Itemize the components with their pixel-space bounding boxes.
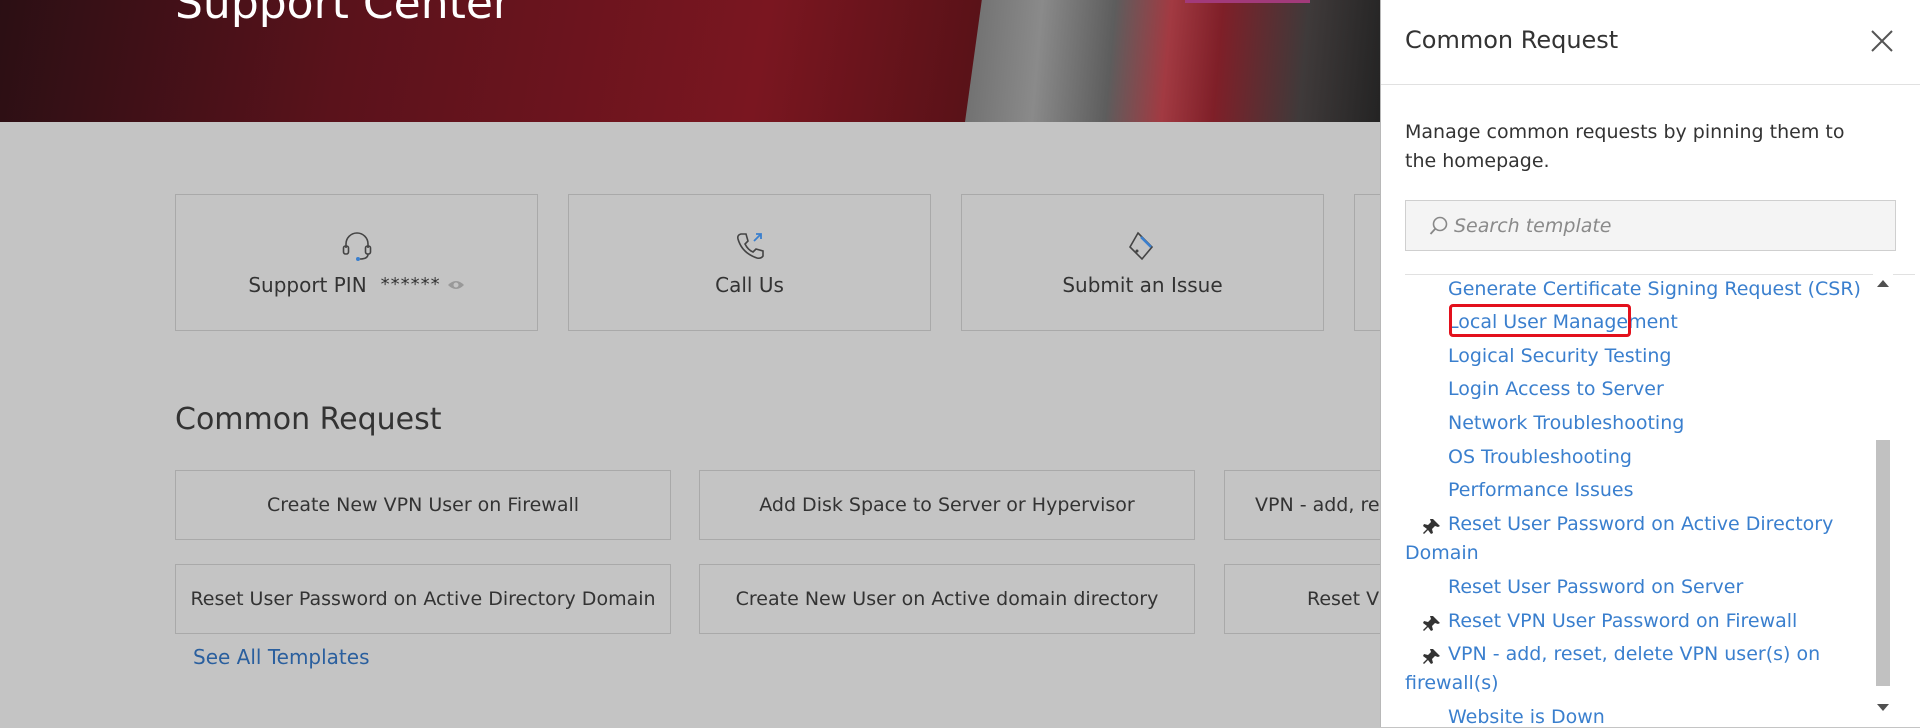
hero-photo — [965, 0, 1380, 122]
list-item-label: Performance Issues — [1448, 479, 1634, 501]
search-icon — [1429, 216, 1448, 235]
list-item-pinned[interactable]: VPN - add, reset, delete VPN user(s) on … — [1405, 640, 1870, 698]
list-item-label: Reset User Password on Server — [1448, 576, 1744, 598]
list-item-pinned[interactable]: Reset VPN User Password on Firewall — [1405, 607, 1870, 636]
list-item[interactable]: Performance Issues — [1405, 476, 1870, 505]
list-item[interactable]: Reset User Password on Server — [1405, 573, 1870, 602]
panel-description: Manage common requests by pinning them t… — [1405, 121, 1845, 172]
list-item[interactable]: Generate Certificate Signing Request (CS… — [1405, 275, 1870, 304]
scroll-thumb[interactable] — [1876, 440, 1890, 686]
list-item[interactable]: Login Access to Server — [1405, 375, 1870, 404]
list-item-label: Generate Certificate Signing Request (CS… — [1448, 278, 1861, 300]
list-item-label: Logical Security Testing — [1448, 345, 1672, 367]
list-item-label: Reset User Password on Active Directory … — [1405, 510, 1870, 568]
list-item-label: Network Troubleshooting — [1448, 412, 1685, 434]
ticket-icon — [1128, 231, 1153, 260]
list-item-label: Reset VPN User Password on Firewall — [1448, 610, 1798, 632]
request-card[interactable]: Create New VPN User on Firewall — [175, 470, 671, 540]
list-item-label: VPN - add, reset, delete VPN user(s) on … — [1405, 640, 1870, 698]
search-template-input[interactable] — [1452, 213, 1876, 238]
pin-icon[interactable] — [1422, 517, 1442, 537]
call-us-tile[interactable]: Call Us — [568, 194, 931, 331]
scroll-up-arrow-icon[interactable] — [1877, 280, 1889, 287]
highlight-box — [1449, 304, 1631, 337]
see-all-templates-link[interactable]: See All Templates — [193, 645, 370, 669]
call-us-label: Call Us — [715, 272, 784, 297]
support-pin-value: ****** — [380, 274, 441, 295]
page-title: Support Center — [175, 0, 512, 29]
request-card[interactable]: Create New User on Active domain directo… — [699, 564, 1195, 634]
submit-issue-tile[interactable]: Submit an Issue — [961, 194, 1324, 331]
pin-icon[interactable] — [1422, 614, 1442, 634]
list-item-text: VPN - add, reset, delete VPN user(s) on … — [1405, 643, 1821, 694]
hero-banner: Support Center — [0, 0, 1380, 122]
eye-icon[interactable] — [447, 279, 465, 291]
list-item[interactable]: Website is Down — [1405, 703, 1870, 728]
list-item-label: Website is Down — [1448, 706, 1605, 728]
close-icon[interactable] — [1869, 28, 1895, 54]
pin-icon[interactable] — [1422, 647, 1442, 667]
support-pin-label: Support PIN — [248, 272, 367, 297]
request-card[interactable]: Reset User Password on Active Directory … — [175, 564, 671, 634]
phone-icon — [736, 232, 764, 259]
common-request-panel: Common Request Manage common requests by… — [1380, 0, 1920, 728]
template-list: Generate Certificate Signing Request (CS… — [1405, 274, 1915, 728]
scroll-down-arrow-icon[interactable] — [1877, 704, 1889, 711]
list-item[interactable]: Logical Security Testing — [1405, 342, 1870, 371]
panel-title: Common Request — [1405, 26, 1619, 54]
headset-icon — [342, 231, 371, 261]
list-item-pinned[interactable]: Reset User Password on Active Directory … — [1405, 510, 1870, 568]
list-item-label: OS Troubleshooting — [1448, 446, 1632, 468]
list-item-text: Reset User Password on Active Directory … — [1405, 513, 1834, 564]
list-item[interactable]: Network Troubleshooting — [1405, 409, 1870, 438]
search-template-box[interactable] — [1405, 200, 1896, 251]
submit-issue-label: Submit an Issue — [1062, 272, 1223, 297]
support-pin-tile[interactable]: Support PIN ****** — [175, 194, 538, 331]
common-request-heading: Common Request — [175, 402, 442, 437]
list-item-label: Login Access to Server — [1448, 378, 1664, 400]
hero-accent-bar — [1185, 0, 1310, 3]
list-scrollbar[interactable] — [1873, 274, 1893, 727]
request-card[interactable]: Add Disk Space to Server or Hypervisor — [699, 470, 1195, 540]
panel-header: Common Request — [1381, 0, 1920, 85]
list-item[interactable]: OS Troubleshooting — [1405, 443, 1870, 472]
